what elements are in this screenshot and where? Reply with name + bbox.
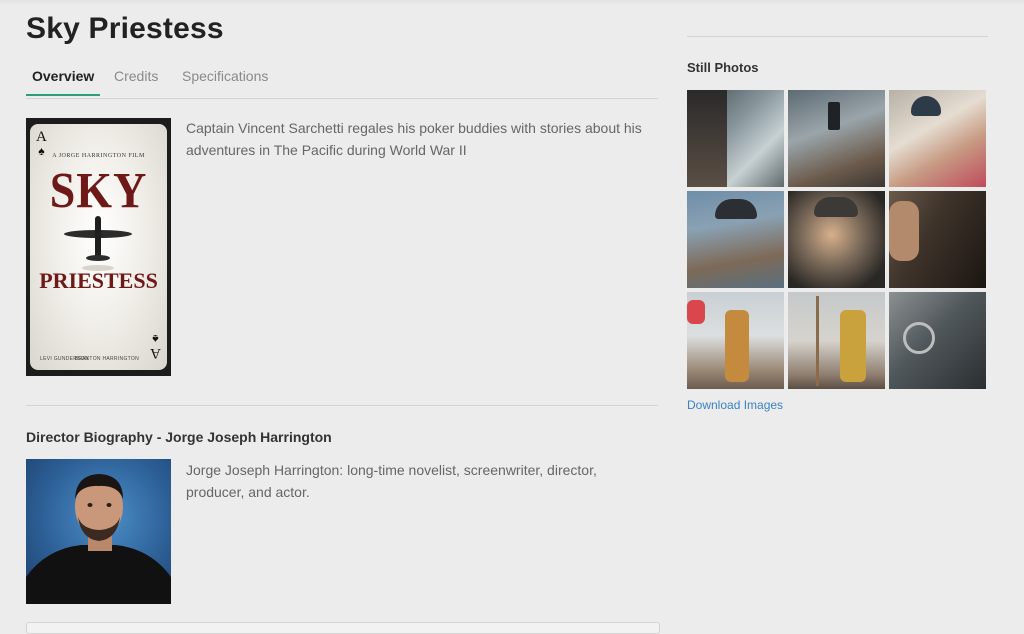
still-photo[interactable] <box>788 292 885 389</box>
still-photos-grid <box>687 90 988 389</box>
director-bio-text: Jorge Joseph Harrington: long-time novel… <box>186 462 597 500</box>
section-divider <box>26 405 658 406</box>
poster-card-rank-top: A <box>36 129 47 145</box>
still-photos-heading: Still Photos <box>687 60 759 75</box>
still-photo[interactable] <box>687 191 784 288</box>
still-photo[interactable] <box>687 90 784 187</box>
synopsis-text: Captain Vincent Sarchetti regales his po… <box>186 120 642 158</box>
poster-card-corner-bottom: A ♠ <box>150 332 161 361</box>
director-photo <box>26 459 171 604</box>
sidebar-divider <box>687 36 988 37</box>
still-photo[interactable] <box>788 191 885 288</box>
top-shadow <box>0 0 1024 6</box>
poster-card-rank-bottom: A <box>150 345 161 361</box>
still-photo[interactable] <box>889 191 986 288</box>
poster-actor-right: BRAXTON HARRINGTON <box>74 356 139 362</box>
tab-credits[interactable]: Credits <box>108 68 164 94</box>
tab-specifications[interactable]: Specifications <box>176 68 274 94</box>
spade-icon: ♠ <box>152 332 159 346</box>
page-title: Sky Priestess <box>26 12 224 45</box>
movie-poster: A ♠ A JORGE HARRINGTON FILM SKY PRIESTES… <box>26 118 171 376</box>
poster-tagline: A JORGE HARRINGTON FILM <box>52 153 145 159</box>
director-bio-heading: Director Biography - Jorge Joseph Harrin… <box>26 429 332 445</box>
still-photo[interactable] <box>889 292 986 389</box>
still-photo[interactable] <box>687 292 784 389</box>
still-photo[interactable] <box>889 90 986 187</box>
poster-title-line2: PRIESTESS <box>39 268 158 293</box>
download-images-link[interactable]: Download Images <box>687 398 783 412</box>
still-photo[interactable] <box>788 90 885 187</box>
poster-card: A ♠ A JORGE HARRINGTON FILM SKY PRIESTES… <box>30 124 167 370</box>
airplane-icon <box>64 216 132 271</box>
director-portrait <box>26 474 171 604</box>
next-section-card <box>26 622 660 634</box>
tab-overview[interactable]: Overview <box>26 68 101 96</box>
poster-title-line1: SKY <box>49 162 148 219</box>
tab-bar: Overview Credits Specifications <box>26 66 658 99</box>
